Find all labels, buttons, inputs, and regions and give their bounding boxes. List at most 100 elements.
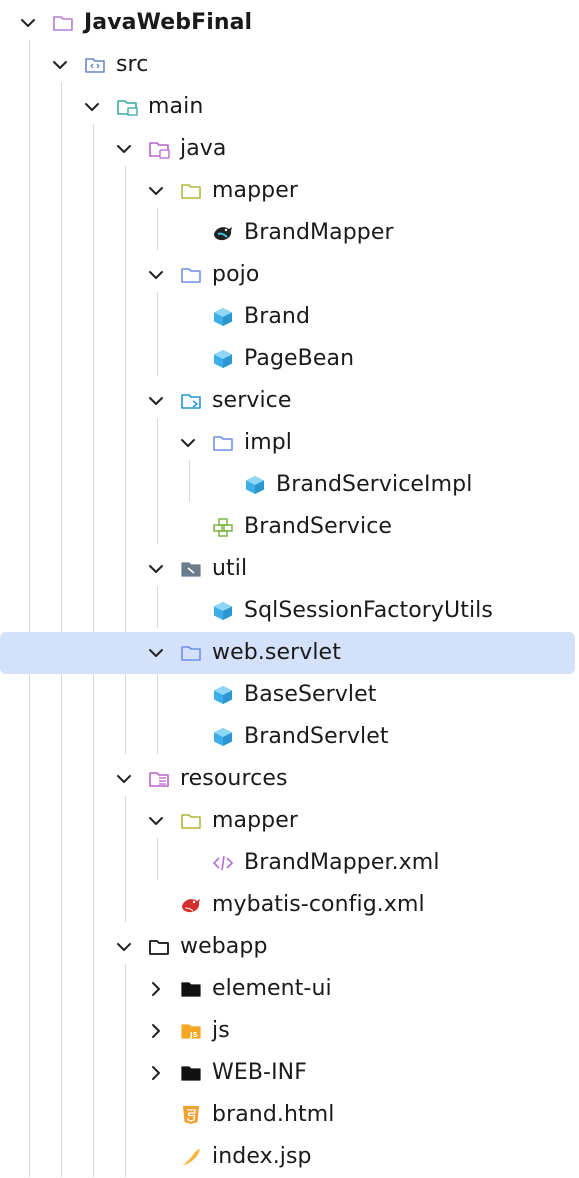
tree-item-label: index.jsp: [212, 1144, 312, 1169]
chevron-down-icon[interactable]: [114, 937, 134, 957]
class-cube-icon: [212, 348, 234, 370]
folder-icon: [180, 264, 202, 286]
resources-folder-icon: [148, 768, 170, 790]
tree-item-src[interactable]: src: [0, 44, 575, 86]
service-folder-icon: [180, 390, 202, 412]
tree-item-impl[interactable]: impl: [0, 422, 575, 464]
tree-item-brand[interactable]: Brand: [0, 296, 575, 338]
chevron-down-icon[interactable]: [50, 55, 70, 75]
tree-item-label: src: [116, 52, 149, 77]
tree-item-label: Brand: [244, 304, 311, 329]
tree-item-pagebean[interactable]: PageBean: [0, 338, 575, 380]
java-folder-icon: [148, 138, 170, 160]
chevron-down-icon[interactable]: [18, 13, 38, 33]
folder-icon: [180, 180, 202, 202]
class-cube-icon: [212, 600, 234, 622]
tree-item-label: mapper: [212, 808, 299, 833]
tree-item-label: main: [148, 94, 204, 119]
chevron-down-icon[interactable]: [82, 97, 102, 117]
mybatis-red-bird-icon: [180, 894, 202, 916]
source-folder-icon: [84, 54, 106, 76]
tree-item-label: BrandServiceImpl: [276, 472, 473, 497]
tree-item-label: mybatis-config.xml: [212, 892, 425, 917]
tree-item-util[interactable]: util: [0, 548, 575, 590]
tree-item-label: js: [212, 1018, 230, 1043]
tree-item-javawebfinal[interactable]: JavaWebFinal: [0, 2, 575, 44]
tree-item-brandservlet[interactable]: BrandServlet: [0, 716, 575, 758]
chevron-right-icon[interactable]: [146, 979, 166, 999]
chevron-right-icon[interactable]: [146, 1021, 166, 1041]
tree-item-main[interactable]: main: [0, 86, 575, 128]
mybatis-bird-icon: [212, 222, 234, 244]
tree-item-java[interactable]: java: [0, 128, 575, 170]
folder-filled-icon: [180, 978, 202, 1000]
chevron-down-icon[interactable]: [146, 181, 166, 201]
module-folder-icon: [116, 96, 138, 118]
chevron-down-icon[interactable]: [146, 265, 166, 285]
js-folder-icon: JS: [180, 1020, 202, 1042]
tree-item-label: JavaWebFinal: [84, 10, 253, 35]
chevron-right-icon[interactable]: [146, 1063, 166, 1083]
tree-item-label: brand.html: [212, 1102, 335, 1127]
class-cube-icon: [212, 726, 234, 748]
tree-item-brand-html[interactable]: brand.html: [0, 1094, 575, 1136]
jsp-icon: [180, 1146, 202, 1168]
tree-item-js[interactable]: JS js: [0, 1010, 575, 1052]
folder-icon: [212, 432, 234, 454]
interface-icon: [212, 516, 234, 538]
folder-icon: [180, 642, 202, 664]
chevron-down-icon[interactable]: [146, 811, 166, 831]
project-tree: JavaWebFinal src main java mapper BrandMapper…: [0, 0, 579, 1177]
tree-item-label: resources: [180, 766, 288, 791]
tree-item-pojo[interactable]: pojo: [0, 254, 575, 296]
tree-item-element-ui[interactable]: element-ui: [0, 968, 575, 1010]
tree-item-label: BrandService: [244, 514, 393, 539]
tree-item-label: element-ui: [212, 976, 332, 1001]
class-cube-icon: [244, 474, 266, 496]
tree-item-label: BrandMapper.xml: [244, 850, 440, 875]
xml-code-icon: [212, 852, 234, 874]
tree-item-baseservlet[interactable]: BaseServlet: [0, 674, 575, 716]
tree-item-brandmapper-xml[interactable]: BrandMapper.xml: [0, 842, 575, 884]
tree-item-service[interactable]: service: [0, 380, 575, 422]
class-cube-icon: [212, 306, 234, 328]
tree-item-label: BrandMapper: [244, 220, 394, 245]
tree-item-label: webapp: [180, 934, 268, 959]
chevron-down-icon[interactable]: [114, 139, 134, 159]
tree-item-label: pojo: [212, 262, 260, 287]
tree-item-webapp[interactable]: webapp: [0, 926, 575, 968]
chevron-down-icon[interactable]: [146, 391, 166, 411]
tree-item-web-inf[interactable]: WEB-INF: [0, 1052, 575, 1094]
chevron-down-icon[interactable]: [146, 559, 166, 579]
tree-item-mapper[interactable]: mapper: [0, 170, 575, 212]
tree-item-label: java: [180, 136, 227, 161]
tree-item-label: BaseServlet: [244, 682, 377, 707]
class-cube-icon: [212, 684, 234, 706]
tree-item-label: SqlSessionFactoryUtils: [244, 598, 493, 623]
tree-item-mapper[interactable]: mapper: [0, 800, 575, 842]
chevron-down-icon[interactable]: [178, 433, 198, 453]
tree-item-brandmapper[interactable]: BrandMapper: [0, 212, 575, 254]
tree-item-sqlsessionfactoryutils[interactable]: SqlSessionFactoryUtils: [0, 590, 575, 632]
tree-item-index-jsp[interactable]: index.jsp: [0, 1136, 575, 1178]
tree-item-brandservice[interactable]: BrandService: [0, 506, 575, 548]
svg-text:JS: JS: [189, 1031, 198, 1039]
folder-filled-icon: [180, 1062, 202, 1084]
folder-icon: [52, 12, 74, 34]
chevron-down-icon[interactable]: [146, 643, 166, 663]
tree-item-brandserviceimpl[interactable]: BrandServiceImpl: [0, 464, 575, 506]
folder-icon: [180, 810, 202, 832]
tree-item-label: PageBean: [244, 346, 355, 371]
tree-item-label: WEB-INF: [212, 1060, 307, 1085]
tree-item-label: service: [212, 388, 292, 413]
chevron-down-icon[interactable]: [114, 769, 134, 789]
tree-item-label: mapper: [212, 178, 299, 203]
tree-item-label: BrandServlet: [244, 724, 389, 749]
html5-icon: [180, 1104, 202, 1126]
tree-item-mybatis-config-xml[interactable]: mybatis-config.xml: [0, 884, 575, 926]
tree-item-label: impl: [244, 430, 293, 455]
folder-outline-icon: [148, 936, 170, 958]
tree-item-label: web.servlet: [212, 640, 341, 665]
tree-item-resources[interactable]: resources: [0, 758, 575, 800]
tree-item-web-servlet[interactable]: web.servlet: [0, 632, 575, 674]
